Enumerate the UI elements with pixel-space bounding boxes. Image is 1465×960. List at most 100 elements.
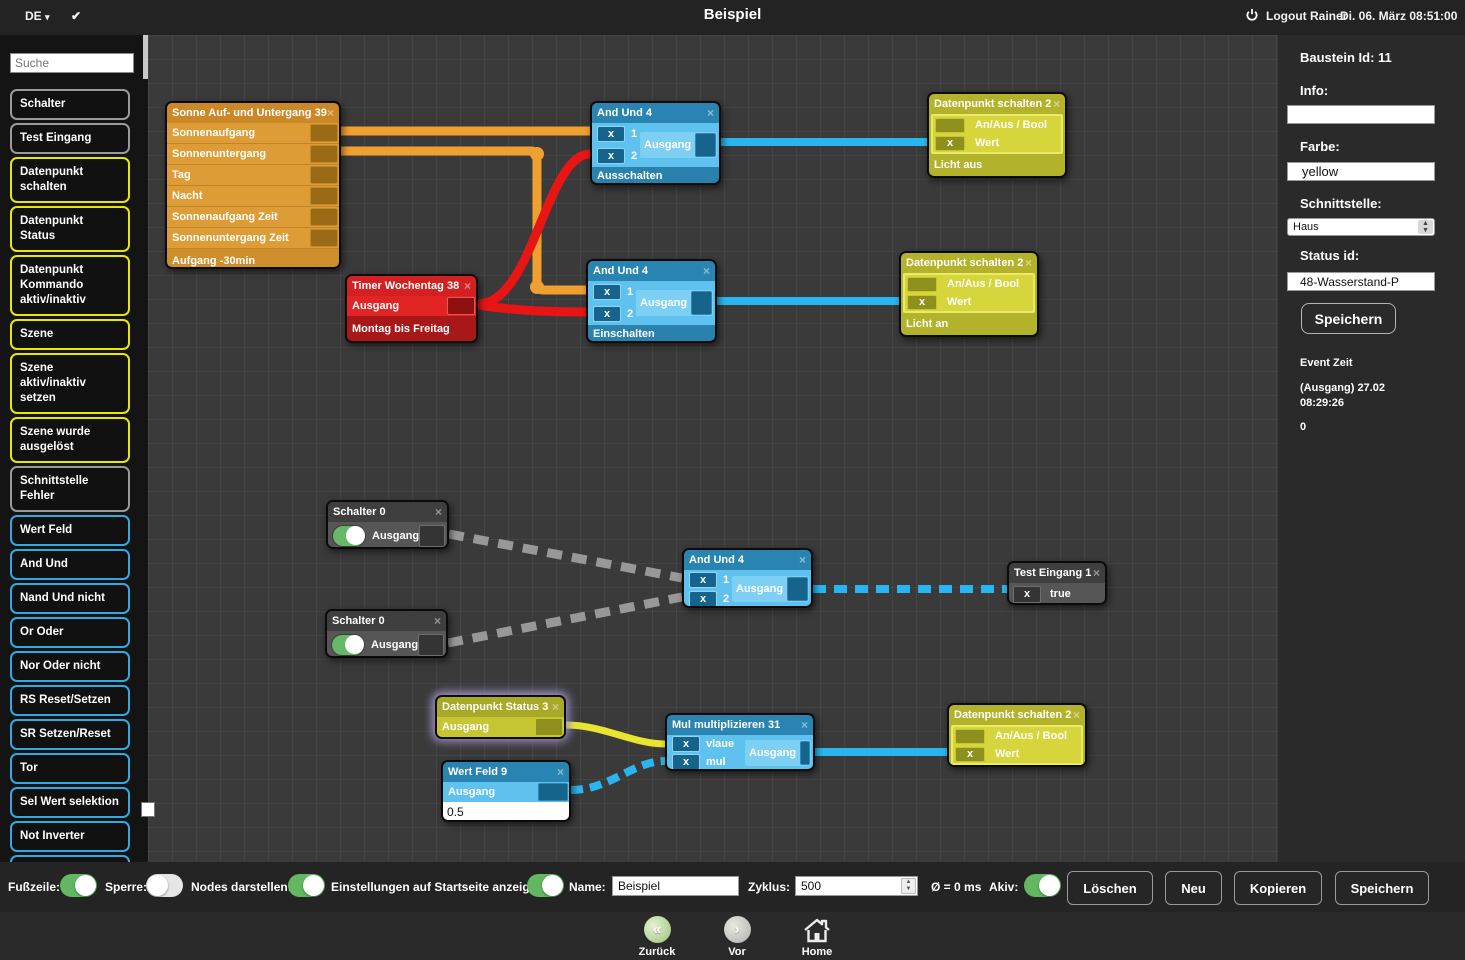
sidebar-item-test-eingang[interactable]: Test Eingang bbox=[10, 123, 130, 154]
node-and-und-ausschalten[interactable]: And Und 4× x1 x2 Ausgang Ausschalten bbox=[590, 101, 721, 185]
input-port[interactable]: x bbox=[672, 754, 700, 770]
einstellungen-toggle[interactable] bbox=[527, 874, 564, 897]
input-port[interactable] bbox=[955, 729, 985, 744]
sidebar-item-datenpunkt-schalten[interactable]: Datenpunkt schalten bbox=[10, 157, 130, 203]
sidebar-item-and[interactable]: And Und bbox=[10, 549, 130, 580]
output-port[interactable] bbox=[787, 577, 808, 601]
node-datenpunkt-schalten-licht-an[interactable]: Datenpunkt schalten 2× An/Aus / Bool xWe… bbox=[899, 251, 1039, 337]
sidebar-item-datenpunkt-kommando[interactable]: Datenpunkt Kommando aktiv/inaktiv bbox=[10, 255, 130, 316]
output-port[interactable] bbox=[695, 133, 716, 157]
output-port[interactable] bbox=[310, 166, 338, 184]
sperre-toggle[interactable] bbox=[146, 874, 183, 897]
sidebar-item-rs[interactable]: RS Reset/Setzen bbox=[10, 685, 130, 716]
sidebar-item-sel[interactable]: Sel Wert selektion bbox=[10, 787, 130, 818]
input-port[interactable]: x bbox=[597, 148, 625, 164]
input-port[interactable]: x bbox=[955, 747, 985, 762]
close-icon[interactable]: × bbox=[434, 614, 441, 628]
power-icon[interactable] bbox=[1245, 8, 1259, 26]
input-port[interactable]: x bbox=[689, 591, 717, 607]
sidebar-item-not[interactable]: Not Inverter bbox=[10, 821, 130, 852]
output-port[interactable] bbox=[800, 741, 810, 765]
number-spinner-icon[interactable]: ▲▼ bbox=[901, 878, 916, 894]
input-port[interactable]: x bbox=[689, 572, 717, 588]
output-port[interactable] bbox=[310, 124, 338, 142]
fusszeile-toggle[interactable] bbox=[60, 874, 97, 897]
input-port[interactable]: x bbox=[593, 306, 621, 322]
search-input[interactable] bbox=[10, 53, 134, 73]
input-port[interactable]: x bbox=[593, 284, 621, 300]
input-port[interactable]: x bbox=[907, 295, 937, 310]
panel-speichern-button[interactable]: Speichern bbox=[1301, 303, 1396, 334]
toggle-switch[interactable] bbox=[332, 525, 366, 547]
node-datenpunkt-schalten-licht-aus[interactable]: Datenpunkt schalten 2× An/Aus / Bool xWe… bbox=[927, 92, 1067, 178]
close-icon[interactable]: × bbox=[801, 718, 808, 732]
canvas-scrollbar-handle[interactable] bbox=[141, 802, 155, 817]
node-test-eingang[interactable]: Test Eingang 1× x true bbox=[1007, 561, 1107, 605]
input-port[interactable]: x bbox=[672, 736, 700, 752]
input-port[interactable]: x bbox=[935, 136, 965, 151]
home-button[interactable]: Home bbox=[777, 916, 857, 958]
output-port[interactable] bbox=[310, 229, 338, 247]
node-sonne-auf-untergang[interactable]: Sonne Auf- und Untergang 39× Sonnenaufga… bbox=[165, 101, 341, 269]
sidebar-item-szene-aktiv[interactable]: Szene aktiv/inaktiv setzen bbox=[10, 353, 130, 414]
vor-button[interactable]: › Vor bbox=[697, 916, 777, 958]
value-field[interactable]: 0.5 bbox=[443, 802, 569, 822]
sidebar-item-sr[interactable]: SR Setzen/Reset bbox=[10, 719, 130, 750]
schnittstelle-select[interactable]: Haus▲▼ bbox=[1287, 218, 1435, 236]
output-port[interactable] bbox=[447, 297, 475, 315]
loeschen-button[interactable]: Löschen bbox=[1067, 871, 1153, 905]
node-and-und-einschalten[interactable]: And Und 4× x1 x2 Ausgang Einschalten bbox=[586, 259, 717, 343]
name-input[interactable] bbox=[612, 876, 739, 896]
node-and-und-mid[interactable]: And Und 4× x1 x2 Ausgang bbox=[682, 548, 813, 608]
close-icon[interactable]: × bbox=[1025, 256, 1032, 270]
sidebar-item-or[interactable]: Or Oder bbox=[10, 617, 130, 648]
sidebar-item-schnittstelle-fehler[interactable]: Schnittstelle Fehler bbox=[10, 466, 130, 512]
zurueck-button[interactable]: « Zurück bbox=[617, 916, 697, 958]
akiv-toggle[interactable] bbox=[1024, 874, 1061, 897]
sidebar-item-wert-feld[interactable]: Wert Feld bbox=[10, 515, 130, 546]
sidebar-item-datenpunkt-status[interactable]: Datenpunkt Status bbox=[10, 206, 130, 252]
nodes-darstellen-toggle[interactable] bbox=[288, 874, 325, 897]
output-port[interactable] bbox=[419, 525, 445, 547]
sidebar-item-szene[interactable]: Szene bbox=[10, 319, 130, 350]
node-datenpunkt-schalten-bottom[interactable]: Datenpunkt schalten 2× An/Aus / Bool xWe… bbox=[947, 703, 1087, 767]
zyklus-input[interactable] bbox=[795, 876, 918, 896]
output-port[interactable] bbox=[691, 291, 712, 315]
close-icon[interactable]: × bbox=[327, 106, 334, 120]
node-schalter-top[interactable]: Schalter 0× Ausgang bbox=[326, 500, 449, 549]
close-icon[interactable]: × bbox=[1093, 566, 1100, 580]
output-port[interactable] bbox=[310, 145, 338, 163]
node-schalter-bottom[interactable]: Schalter 0× Ausgang bbox=[325, 609, 448, 658]
node-wert-feld[interactable]: Wert Feld 9× Ausgang 0.5 bbox=[441, 760, 571, 822]
output-port[interactable] bbox=[535, 718, 563, 736]
farbe-input[interactable] bbox=[1287, 162, 1435, 181]
output-port[interactable] bbox=[418, 634, 444, 656]
node-mul-multiplizieren[interactable]: Mul multiplizieren 31× xvlaue xmul Ausga… bbox=[665, 713, 815, 771]
close-icon[interactable]: × bbox=[552, 700, 559, 714]
input-port[interactable] bbox=[935, 118, 965, 133]
close-icon[interactable]: × bbox=[799, 553, 806, 567]
close-icon[interactable]: × bbox=[435, 505, 442, 519]
close-icon[interactable]: × bbox=[1053, 97, 1060, 111]
input-port[interactable]: x bbox=[1013, 586, 1041, 603]
output-port[interactable] bbox=[538, 783, 568, 801]
sidebar-item-tor[interactable]: Tor bbox=[10, 753, 130, 784]
close-icon[interactable]: × bbox=[464, 279, 471, 293]
sidebar-item-schalter[interactable]: Schalter bbox=[10, 89, 130, 120]
input-port[interactable]: x bbox=[597, 126, 625, 142]
close-icon[interactable]: × bbox=[703, 264, 710, 278]
close-icon[interactable]: × bbox=[557, 765, 564, 779]
input-port[interactable] bbox=[907, 277, 937, 292]
speichern-button[interactable]: Speichern bbox=[1335, 871, 1429, 905]
neu-button[interactable]: Neu bbox=[1165, 871, 1222, 905]
flow-canvas[interactable]: Sonne Auf- und Untergang 39× Sonnenaufga… bbox=[148, 35, 1278, 862]
sidebar-item-nand[interactable]: Nand Und nicht bbox=[10, 583, 130, 614]
node-timer-wochentag[interactable]: Timer Wochentag 38× Ausgang Montag bis F… bbox=[345, 274, 478, 343]
output-port[interactable] bbox=[310, 187, 338, 205]
info-input[interactable] bbox=[1287, 105, 1435, 124]
sidebar-item-nor[interactable]: Nor Oder nicht bbox=[10, 651, 130, 682]
node-datenpunkt-status[interactable]: Datenpunkt Status 3× Ausgang bbox=[435, 695, 566, 739]
status-id-input[interactable] bbox=[1287, 272, 1435, 291]
close-icon[interactable]: × bbox=[1073, 708, 1080, 722]
logout-link[interactable]: Logout Rainer bbox=[1266, 9, 1347, 23]
